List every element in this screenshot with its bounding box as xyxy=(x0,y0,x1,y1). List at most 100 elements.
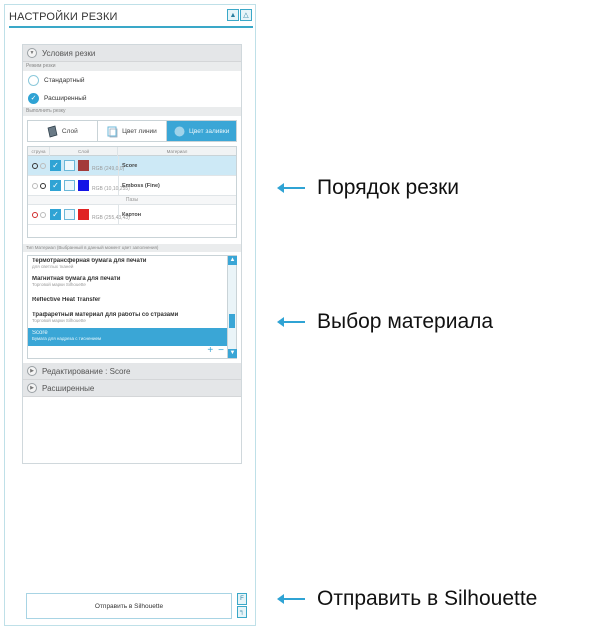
side-button-top[interactable]: F xyxy=(237,593,247,605)
cut-by-label: Выполнить резку xyxy=(23,107,241,116)
panel-dock-button[interactable]: ▲ xyxy=(227,9,239,21)
check-icon[interactable]: ✓ xyxy=(50,180,61,191)
order-dot-icon xyxy=(32,182,38,189)
radio-standard-label: Стандартный xyxy=(44,76,85,84)
line-color-icon xyxy=(107,126,118,137)
order-dots[interactable] xyxy=(28,182,50,189)
material-sub: Торговой марки Silhouette xyxy=(32,318,86,323)
layer-icon xyxy=(64,160,75,171)
material-sub: Торговой марки Silhouette xyxy=(32,282,86,287)
callout-cut-order-label: Порядок резки xyxy=(317,176,459,199)
list-item[interactable]: Термотрансферная бумага для печати для с… xyxy=(28,256,236,274)
fill-color-icon xyxy=(174,126,185,136)
color-swatch xyxy=(78,180,89,191)
section-edit-label: Редактирование : Score xyxy=(42,366,131,376)
tab-layer[interactable]: Слой xyxy=(28,121,98,141)
tab-layer-label: Слой xyxy=(61,127,78,135)
material-name: Reflective Heat Transfer xyxy=(32,297,101,303)
color-swatch xyxy=(78,209,89,220)
radio-extended-label: Расширенный xyxy=(44,94,87,102)
table-row[interactable]: ✓ RGB (249,0,0) Score xyxy=(28,156,236,176)
cut-by-tabs: Слой Цвет линии Цвет заливки xyxy=(27,120,237,142)
chevron-down-icon: ▼ xyxy=(27,48,37,58)
arrow-left-icon xyxy=(277,183,305,193)
cut-mode-label: Режим резки xyxy=(23,62,241,71)
tab-line-color-label: Цвет линии xyxy=(122,127,157,135)
list-item[interactable]: Магнитная бумага для печати Торговой мар… xyxy=(28,274,236,292)
list-item-selected[interactable]: Score Бумага для надреза с тиснением xyxy=(28,328,227,346)
material-sub: Бумага для надреза с тиснением xyxy=(32,336,102,341)
layer-cell: ✓ RGB (249,0,0) xyxy=(50,160,124,172)
cut-settings-panel: НАСТРОЙКИ РЕЗКИ ▲ △ ▼ Условия резки Режи… xyxy=(4,4,256,626)
radio-standard-icon xyxy=(28,74,39,86)
chevron-right-icon: ▶ xyxy=(27,383,37,393)
section-edit[interactable]: ▶ Редактирование : Score xyxy=(23,363,241,380)
remove-material-button[interactable]: − xyxy=(218,345,224,356)
material-type-label: Тип Материал (Выбранный в данный момент … xyxy=(23,244,241,252)
tab-fill-color[interactable]: Цвет заливки xyxy=(167,121,237,141)
settings-body: ▼ Условия резки Режим резки Стандартный … xyxy=(22,44,242,464)
callout-material-label: Выбор материала xyxy=(317,310,494,333)
order-dots[interactable] xyxy=(28,162,50,169)
material-scrollbar[interactable]: ▲ ▼ xyxy=(227,256,237,358)
color-swatch xyxy=(78,160,89,171)
callout-send: Отправить в Silhouette xyxy=(277,587,538,611)
material-cell[interactable]: Score xyxy=(118,156,236,175)
tab-fill-color-label: Цвет заливки xyxy=(189,127,230,135)
table-row[interactable]: ✓ RGB (255,43,43) Картон xyxy=(28,205,236,225)
table-header: струна Слой Материал xyxy=(28,147,236,156)
section-advanced-label: Расширенные xyxy=(42,383,95,393)
check-icon[interactable]: ✓ xyxy=(50,160,61,171)
col-layer: Слой xyxy=(50,147,118,156)
panel-title-divider xyxy=(9,26,253,28)
check-icon: ✓ xyxy=(28,92,39,104)
scroll-up-icon[interactable]: ▲ xyxy=(228,256,237,265)
radio-extended[interactable]: ✓ Расширенный xyxy=(23,89,241,107)
callout-cut-order: Порядок резки xyxy=(277,176,459,200)
section-cut-conditions-label: Условия резки xyxy=(42,48,96,58)
table-group-label: Пазы xyxy=(28,196,236,205)
section-advanced[interactable]: ▶ Расширенные xyxy=(23,380,241,397)
list-item[interactable]: Reflective Heat Transfer xyxy=(28,292,236,310)
check-icon[interactable]: ✓ xyxy=(50,209,61,220)
rgb-value: RGB (10,10,255) xyxy=(92,186,130,192)
layer-icon xyxy=(64,180,75,191)
scroll-down-icon[interactable]: ▼ xyxy=(228,349,237,358)
order-dot-icon xyxy=(40,211,46,218)
radio-standard[interactable]: Стандартный xyxy=(23,71,241,89)
material-cell[interactable]: Emboss (Fine) xyxy=(118,176,236,195)
order-dot-icon xyxy=(40,162,46,169)
material-controls: + − xyxy=(207,345,224,356)
panel-title-buttons: ▲ △ xyxy=(227,9,252,21)
tab-line-color[interactable]: Цвет линии xyxy=(98,121,168,141)
layer-icon xyxy=(64,209,75,220)
send-to-silhouette-button[interactable]: Отправить в Silhouette xyxy=(26,593,232,619)
side-buttons: F ╕ xyxy=(237,593,247,618)
order-dot-icon xyxy=(40,182,46,189)
layer-cell: ✓ RGB (255,43,43) xyxy=(50,209,130,221)
section-cut-conditions[interactable]: ▼ Условия резки xyxy=(23,45,241,62)
scroll-thumb[interactable] xyxy=(229,314,235,328)
col-material: Материал xyxy=(166,149,188,154)
material-sub: для светлых тканей xyxy=(32,264,74,269)
callout-material: Выбор материала xyxy=(277,310,494,334)
order-dot-icon xyxy=(32,162,38,169)
panel-collapse-button[interactable]: △ xyxy=(240,9,252,21)
panel-title: НАСТРОЙКИ РЕЗКИ xyxy=(9,11,118,23)
layer-icon xyxy=(47,125,58,137)
rgb-value: RGB (255,43,43) xyxy=(92,215,130,221)
side-button-bottom[interactable]: ╕ xyxy=(237,606,247,618)
chevron-right-icon: ▶ xyxy=(27,366,37,376)
table-empty-area xyxy=(28,225,236,237)
rgb-value: RGB (249,0,0) xyxy=(92,166,125,172)
col-order: струна xyxy=(28,147,50,156)
table-row[interactable]: ✓ RGB (10,10,255) Emboss (Fine) xyxy=(28,176,236,196)
cut-order-table: струна Слой Материал ✓ RGB (249,0,0) Sco… xyxy=(27,146,237,238)
material-cell[interactable]: Картон xyxy=(118,205,236,224)
callout-send-label: Отправить в Silhouette xyxy=(317,587,538,610)
order-dot-icon xyxy=(32,211,38,218)
order-dots[interactable] xyxy=(28,211,50,218)
add-material-button[interactable]: + xyxy=(207,345,213,356)
list-item[interactable]: Трафаретный материал для работы со страз… xyxy=(28,310,236,328)
material-list: Термотрансферная бумага для печати для с… xyxy=(27,255,237,359)
